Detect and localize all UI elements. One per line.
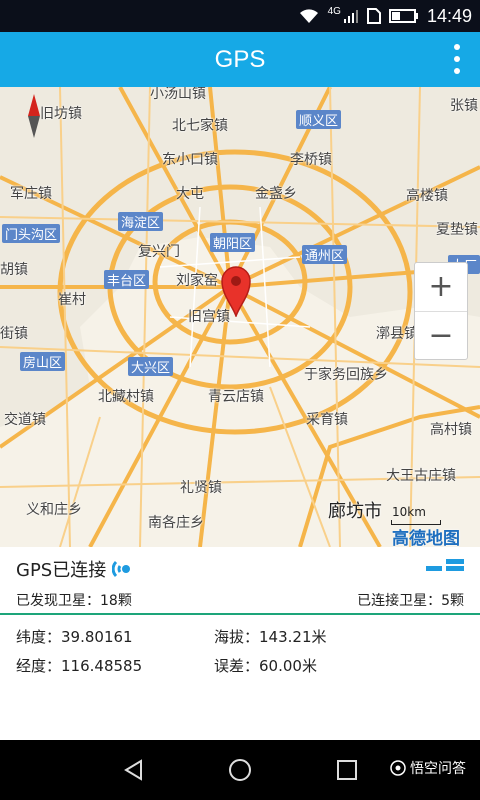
more-vert-icon[interactable] [452,44,462,76]
status-bar: 4G 14:49 [0,0,480,32]
altitude-value: 海拔：143.21米 [214,628,327,646]
watermark-logo-icon [390,760,406,776]
signal-icon [343,10,358,23]
satellites-found: 已发现卫星：18颗 [16,593,132,609]
district-label: 通州区 [302,245,348,264]
map-label: 北藏村镇 [98,389,154,405]
map-label: 高楼镇 [406,188,448,204]
map-label: 胡镇 [0,262,28,278]
map-label: 高村镇 [430,422,472,438]
zoom-in-button[interactable]: + [415,263,467,312]
map-label: 夏垫镇 [436,222,478,238]
error-value: 误差：60.00米 [214,657,317,675]
home-button[interactable] [210,740,270,800]
location-pin-icon [221,266,251,317]
map-label: 义和庄乡 [26,502,82,518]
wifi-icon [299,9,318,23]
map-scale: 10km [392,505,426,519]
district-label: 丰台区 [104,270,150,289]
map-label: 南各庄乡 [148,515,204,531]
sim-icon [366,8,381,24]
zoom-control: + − [414,262,468,360]
map-label: 李桥镇 [290,152,332,168]
map-provider-logo: 高德地图 [392,529,460,547]
navigation-bar: 悟空问答 [0,740,480,800]
network-type: 4G [327,5,341,17]
map-label: 大屯 [176,186,204,202]
map-label: 张镇 [450,98,478,114]
zoom-out-button[interactable]: − [415,312,467,360]
longitude-value: 经度：116.48585 [16,657,143,675]
map-label: 交道镇 [4,412,46,428]
district-label: 海淀区 [118,212,164,231]
map-label: 金盏乡 [255,186,297,202]
map-view[interactable]: 小汤山镇 旧坊镇 北七家镇 顺义区 张镇 东小口镇 李桥镇 军庄镇 大屯 金盏乡… [0,87,480,547]
divider [0,613,480,615]
app-bar: GPS [0,32,480,87]
map-label: 东小口镇 [162,152,218,168]
map-label: 漷县镇 [376,326,418,342]
city-label: 廊坊市 [328,501,382,522]
recents-square-icon [337,760,357,780]
map-label: 青云店镇 [208,389,264,405]
latitude-value: 纬度：39.80161 [16,628,133,646]
clock: 14:49 [426,5,472,26]
back-triangle-icon [124,759,142,781]
gps-status-label: GPS已连接 [16,560,107,581]
watermark: 悟空问答 [390,758,466,778]
map-label: 北七家镇 [172,118,228,134]
district-label: 朝阳区 [210,233,256,252]
home-circle-icon [229,759,251,781]
district-label: 顺义区 [296,110,342,129]
map-label: 刘家窑 [176,273,218,289]
watermark-text: 悟空问答 [410,761,466,777]
battery-icon [388,9,418,23]
map-label: 街镇 [0,326,28,342]
map-label: 军庄镇 [10,186,52,202]
map-label: 复兴门 [138,244,180,260]
map-label: 崔村 [58,292,86,308]
page-title: GPS [214,46,266,73]
district-label: 房山区 [20,352,66,371]
map-label: 大王古庄镇 [386,468,456,484]
map-label: 礼贤镇 [180,480,222,496]
back-button[interactable] [104,740,164,800]
map-label: 小汤山镇 [150,87,206,102]
district-label: 门头沟区 [2,224,61,243]
map-label: 采育镇 [306,412,348,428]
gps-info-panel: GPS已连接 已发现卫星：18颗 已连接卫星：5颗 纬度：39.80161 海拔… [0,547,480,740]
satellites-connected: 已连接卫星：5颗 [357,593,464,609]
expand-icon[interactable] [426,557,464,573]
map-label: 于家务回族乡 [304,367,388,383]
district-label: 大兴区 [128,357,174,376]
gps-status: GPS已连接 [16,556,134,582]
satellite-signal-icon [112,560,131,578]
recents-button[interactable] [317,740,377,800]
map-label: 旧坊镇 [40,106,82,122]
